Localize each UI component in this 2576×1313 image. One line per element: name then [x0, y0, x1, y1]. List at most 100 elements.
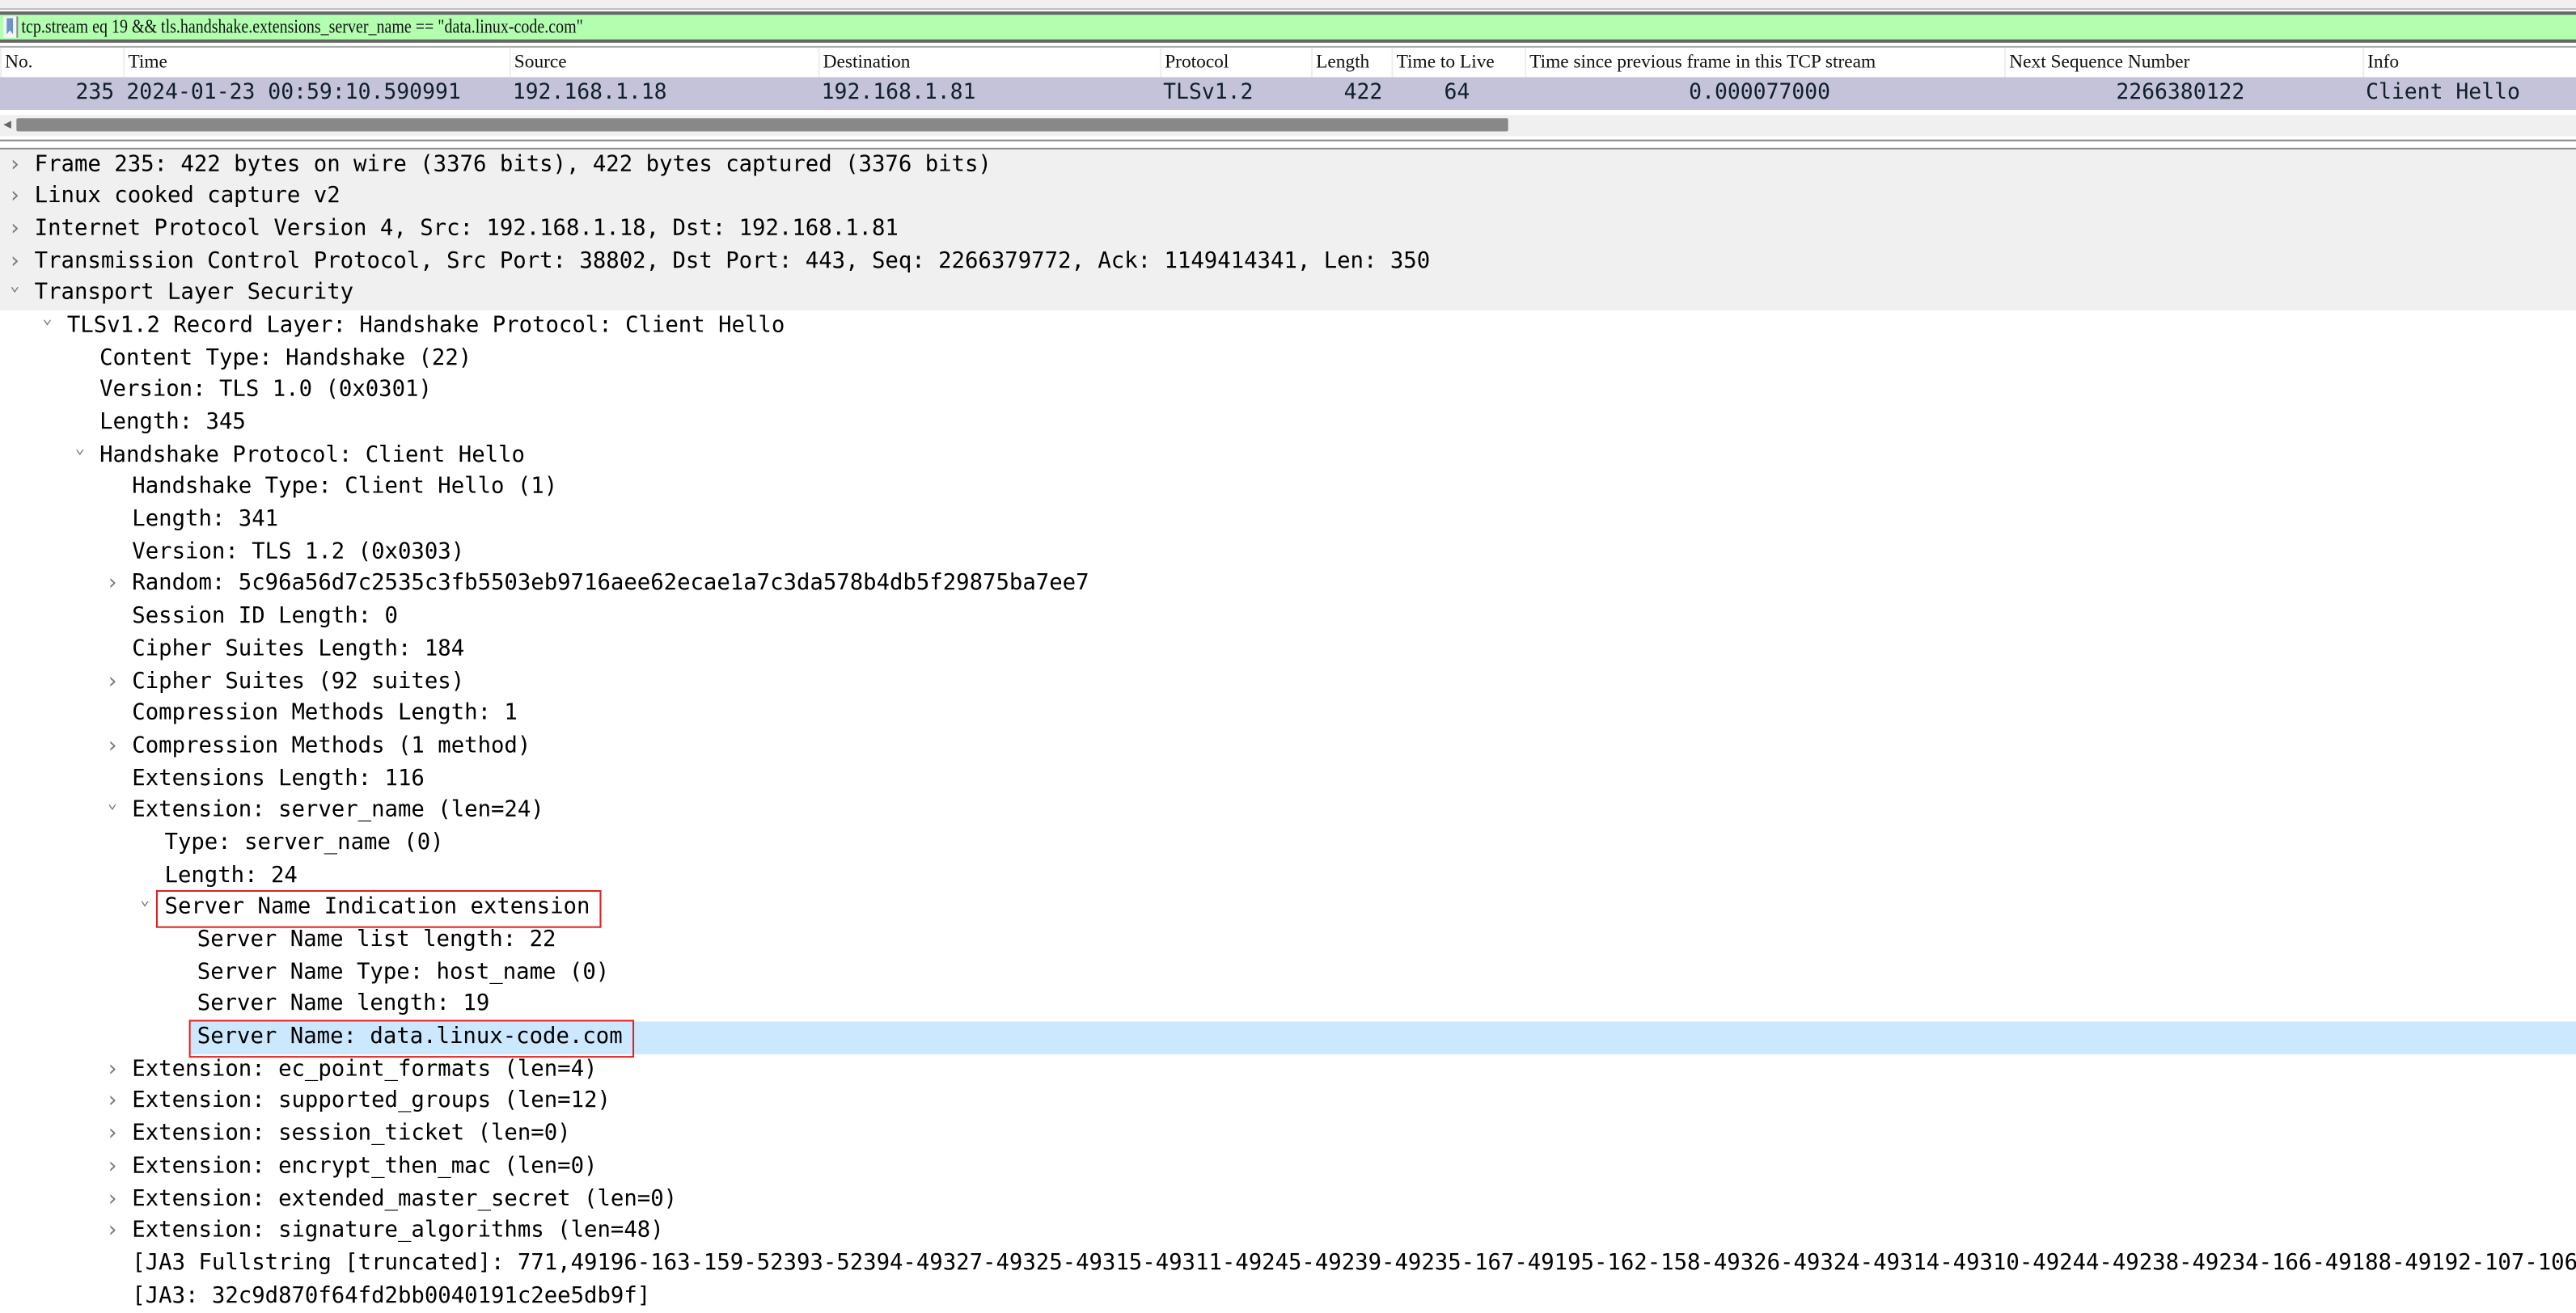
- tree-item[interactable]: ⌄ Server Name Indication extension: [0, 893, 2576, 925]
- chevron-right-icon[interactable]: ›: [104, 1087, 121, 1119]
- tree-item-label: Extension: ec_point_formats (len=4): [132, 1057, 598, 1083]
- tree-item[interactable]: Length: 345: [0, 407, 2576, 440]
- tree-item[interactable]: Server Name list length: 22: [0, 925, 2576, 957]
- display-filter-bar[interactable]: tcp.stream eq 19 && tls.handshake.extens…: [0, 11, 2576, 43]
- tree-item-label: Server Name list length: 22: [197, 927, 556, 953]
- display-filter-input[interactable]: tcp.stream eq 19 && tls.handshake.extens…: [21, 15, 582, 39]
- tree-item[interactable]: Compression Methods Length: 1: [0, 699, 2576, 731]
- column-header-time-since-prev[interactable]: Time since previous frame in this TCP st…: [1525, 47, 2004, 79]
- tree-item[interactable]: Version: TLS 1.0 (0x0301): [0, 375, 2576, 407]
- tree-item[interactable]: › Extension: supported_groups (len=12): [0, 1087, 2576, 1119]
- scroll-left-arrow-icon[interactable]: ◀: [3, 116, 11, 131]
- tree-item-label: Server Name length: 19: [197, 992, 490, 1018]
- chevron-right-icon[interactable]: ›: [104, 569, 121, 602]
- tree-item-label: Server Name Indication extension: [164, 895, 590, 921]
- packet-list-header: No. Time Source Destination Protocol Len…: [0, 45, 2576, 79]
- chevron-right-icon[interactable]: ›: [104, 1151, 121, 1184]
- chevron-right-icon[interactable]: ›: [104, 1119, 121, 1151]
- tree-item[interactable]: Version: TLS 1.2 (0x0303): [0, 537, 2576, 569]
- tree-item[interactable]: › Extension: extended_master_secret (len=…: [0, 1184, 2576, 1216]
- tree-item[interactable]: › Extension: ec_point_formats (len=4): [0, 1054, 2576, 1087]
- tree-item-label: Version: TLS 1.0 (0x0301): [99, 378, 432, 403]
- tree-item-label: Type: server_name (0): [164, 830, 444, 856]
- chevron-right-icon[interactable]: ›: [104, 666, 121, 699]
- tree-item[interactable]: Server Name: data.linux-code.com: [0, 1021, 2576, 1054]
- tree-item-label: Frame 235: 422 bytes on wire (3376 bits)…: [34, 151, 992, 177]
- chevron-down-icon[interactable]: ⌄: [137, 886, 153, 918]
- pane-divider[interactable]: [0, 139, 2576, 141]
- chevron-right-icon[interactable]: ›: [6, 149, 23, 181]
- tree-item[interactable]: › Extension: encrypt_then_mac (len=0): [0, 1151, 2576, 1184]
- column-header-time[interactable]: Time: [123, 47, 509, 79]
- column-header-info[interactable]: Info: [2362, 47, 2576, 79]
- tree-item[interactable]: Session ID Length: 0: [0, 602, 2576, 634]
- chevron-right-icon[interactable]: ›: [104, 1216, 121, 1248]
- tree-item[interactable]: Length: 24: [0, 860, 2576, 893]
- toolbar-strip: [0, 0, 2576, 11]
- tree-item[interactable]: [JA3 Fullstring [truncated]: 771,49196-1…: [0, 1248, 2576, 1281]
- tree-item[interactable]: › Frame 235: 422 bytes on wire (3376 bits…: [0, 148, 2576, 181]
- tree-item[interactable]: Extensions Length: 116: [0, 763, 2576, 796]
- tree-item-label: Extension: server_name (len=24): [132, 798, 544, 824]
- chevron-down-icon[interactable]: ⌄: [39, 304, 55, 336]
- column-header-length[interactable]: Length: [1310, 47, 1392, 79]
- bookmark-icon[interactable]: [3, 16, 19, 38]
- column-header-source[interactable]: Source: [509, 47, 818, 79]
- tree-item[interactable]: › Transmission Control Protocol, Src Port…: [0, 245, 2576, 278]
- tree-item-label: Length: 341: [132, 507, 279, 533]
- column-header-next-seq[interactable]: Next Sequence Number: [2004, 47, 2362, 79]
- column-header-destination[interactable]: Destination: [818, 47, 1161, 79]
- tree-item-label: Handshake Type: Client Hello (1): [132, 475, 558, 500]
- packet-row[interactable]: 235 2024-01-23 00:59:10.590991 192.168.1…: [0, 77, 2576, 111]
- tree-item[interactable]: Handshake Type: Client Hello (1): [0, 472, 2576, 505]
- chevron-down-icon[interactable]: ⌄: [72, 433, 88, 466]
- tree-item-label: Transport Layer Security: [34, 281, 354, 306]
- tree-item-label: TLSv1.2 Record Layer: Handshake Protocol…: [66, 313, 785, 339]
- tree-item[interactable]: Server Name Type: host_name (0): [0, 957, 2576, 990]
- tree-item-label: Version: TLS 1.2 (0x0303): [132, 539, 465, 565]
- tree-item-label: Transmission Control Protocol, Src Port:…: [34, 248, 1431, 274]
- tree-item-label: Length: 24: [164, 863, 298, 889]
- tree-item[interactable]: › Extension: signature_algorithms (len=48…: [0, 1216, 2576, 1248]
- horizontal-scrollbar[interactable]: ◀: [0, 115, 2576, 137]
- scrollbar-thumb[interactable]: [16, 118, 1508, 132]
- tree-item-label: Cipher Suites Length: 184: [132, 636, 465, 662]
- cell-info: Client Hello: [2366, 80, 2520, 106]
- chevron-right-icon[interactable]: ›: [6, 181, 23, 213]
- tree-item[interactable]: › Random: 5c96a56d7c2535c3fb5503eb9716aee…: [0, 569, 2576, 602]
- chevron-down-icon[interactable]: ⌄: [104, 789, 121, 821]
- column-header-no[interactable]: No.: [0, 47, 123, 79]
- chevron-right-icon[interactable]: ›: [104, 1054, 121, 1087]
- tree-item[interactable]: Type: server_name (0): [0, 828, 2576, 860]
- tree-item[interactable]: › Linux cooked capture v2: [0, 180, 2576, 213]
- cell-time-since-prev: 0.000077000: [1689, 80, 1831, 106]
- tree-item-label: Random: 5c96a56d7c2535c3fb5503eb9716aee6…: [132, 572, 1089, 597]
- tree-item-label: Extension: encrypt_then_mac (len=0): [132, 1154, 598, 1180]
- cell-time: 2024-01-23 00:59:10.590991: [126, 80, 461, 106]
- tree-item[interactable]: Length: 341: [0, 505, 2576, 537]
- tree-item[interactable]: › Extension: session_ticket (len=0): [0, 1119, 2576, 1151]
- tree-item[interactable]: › Internet Protocol Version 4, Src: 192.1…: [0, 213, 2576, 246]
- tree-item[interactable]: Server Name length: 19: [0, 990, 2576, 1022]
- tree-item[interactable]: › Compression Methods (1 method): [0, 731, 2576, 763]
- tree-item[interactable]: › Cipher Suites (92 suites): [0, 666, 2576, 699]
- chevron-right-icon[interactable]: ›: [6, 213, 23, 246]
- chevron-down-icon[interactable]: ⌄: [6, 272, 23, 304]
- tree-item-label: Content Type: Handshake (22): [99, 345, 472, 371]
- tree-item-label: Extensions Length: 116: [132, 766, 425, 792]
- chevron-right-icon[interactable]: ›: [104, 1184, 121, 1216]
- tree-item-label: Extension: signature_algorithms (len=48): [132, 1218, 664, 1244]
- tree-item-label: Extension: session_ticket (len=0): [132, 1121, 571, 1147]
- tree-item[interactable]: ⌄ Extension: server_name (len=24): [0, 796, 2576, 828]
- column-header-protocol[interactable]: Protocol: [1160, 47, 1311, 79]
- tree-item[interactable]: ⌄ Handshake Protocol: Client Hello: [0, 440, 2576, 472]
- tree-item[interactable]: Content Type: Handshake (22): [0, 343, 2576, 375]
- tree-item[interactable]: ⌄ Transport Layer Security: [0, 277, 2576, 310]
- tree-item-label: Length: 345: [99, 410, 246, 436]
- tree-item-label: Server Name Type: host_name (0): [197, 960, 610, 986]
- tree-item[interactable]: ⌄ TLSv1.2 Record Layer: Handshake Protoco…: [0, 310, 2576, 343]
- tree-item-label: Compression Methods Length: 1: [132, 701, 518, 727]
- column-header-ttl[interactable]: Time to Live: [1391, 47, 1525, 79]
- chevron-right-icon[interactable]: ›: [104, 731, 121, 763]
- tree-item[interactable]: Cipher Suites Length: 184: [0, 634, 2576, 666]
